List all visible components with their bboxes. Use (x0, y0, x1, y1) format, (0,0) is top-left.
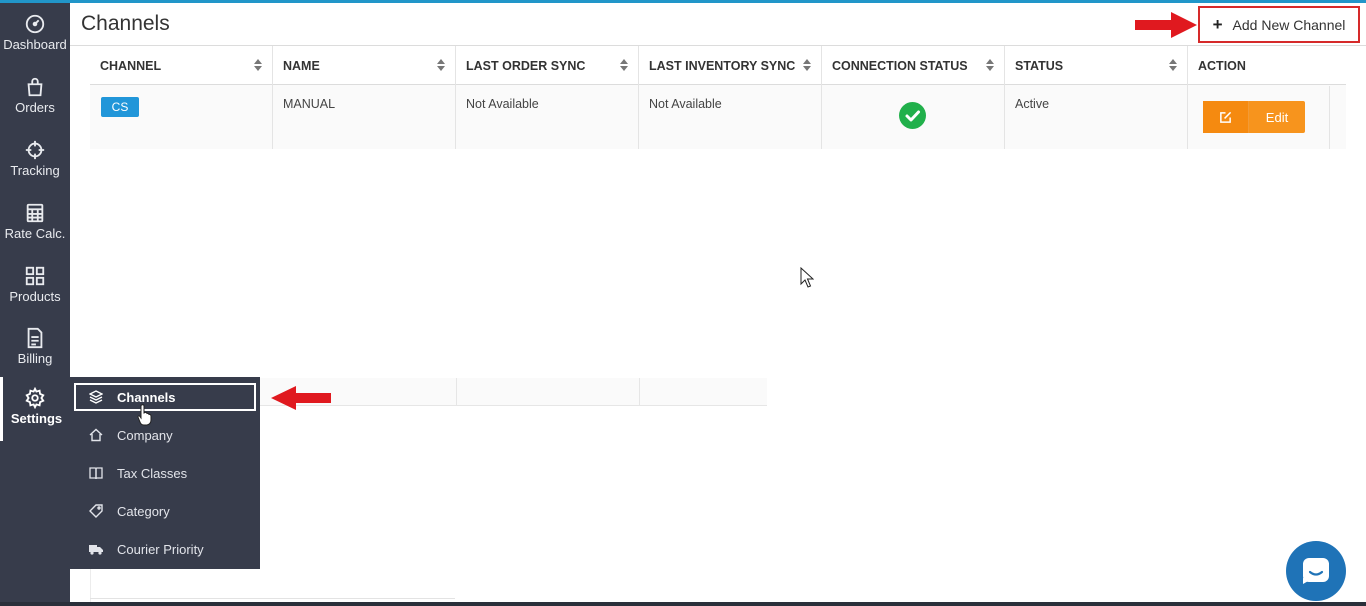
hand-pointer-icon (137, 404, 152, 426)
sidebar-item-products[interactable]: Products (0, 255, 70, 317)
top-accent-line (0, 0, 1366, 3)
sort-icon (254, 59, 262, 71)
document-icon (27, 327, 43, 349)
submenu-item-label: Courier Priority (117, 541, 204, 557)
edit-label: Edit (1265, 109, 1289, 125)
channel-cell: CS (90, 85, 273, 149)
check-circle-icon (899, 102, 926, 129)
red-arrow-right-icon (1135, 12, 1197, 38)
calculator-icon (26, 203, 44, 223)
add-new-channel-label: Add New Channel (1232, 16, 1346, 33)
edit-button[interactable]: Edit (1203, 101, 1305, 133)
channels-table: CHANNEL NAME LAST ORDER SYNC LAST INVENT… (90, 46, 1346, 149)
sidebar-item-label: Products (9, 289, 61, 304)
sort-icon (1169, 59, 1177, 71)
submenu-item-label: Channels (117, 389, 176, 405)
submenu-item-label: Category (117, 503, 170, 519)
sort-icon (620, 59, 628, 71)
sidebar-item-rate-calc[interactable]: Rate Calc. (0, 192, 70, 254)
add-new-channel-button[interactable]: + Add New Channel (1198, 6, 1360, 43)
sidebar-item-label: Orders (15, 100, 55, 115)
tag-icon (89, 504, 103, 518)
last-order-sync-cell: Not Available (456, 85, 639, 149)
connection-status-cell (822, 85, 1005, 149)
name-cell: MANUAL (273, 85, 456, 149)
sidebar-item-label: Billing (17, 351, 53, 366)
status-cell: Active (1005, 85, 1188, 149)
column-header-action: ACTION (1198, 58, 1246, 73)
crosshair-icon (25, 140, 45, 160)
column-header-name[interactable]: NAME (273, 46, 456, 85)
settings-submenu: Channels Company Tax Classes Category Co… (70, 377, 260, 569)
submenu-item-category[interactable]: Category (74, 497, 256, 525)
red-arrow-left-icon (271, 386, 331, 410)
bottom-edge (0, 602, 1366, 606)
page-title: Channels (81, 12, 170, 35)
gear-icon (25, 387, 45, 409)
submenu-item-channels[interactable]: Channels (74, 383, 256, 411)
sidebar-item-label: Settings (10, 411, 63, 426)
row-divider (1329, 86, 1330, 149)
last-inventory-sync-cell: Not Available (639, 85, 822, 149)
chat-icon (1303, 558, 1329, 584)
table-row: CS MANUAL Not Available Not Available Ac… (90, 85, 1346, 149)
bag-icon (27, 77, 43, 97)
chat-launcher-button[interactable] (1286, 541, 1346, 601)
sort-icon (986, 59, 994, 71)
dashboard-icon (25, 14, 45, 34)
action-cell: Edit (1188, 85, 1346, 149)
submenu-item-label: Company (117, 427, 173, 443)
truck-icon (89, 545, 103, 555)
submenu-item-company[interactable]: Company (74, 421, 256, 449)
submenu-item-tax-classes[interactable]: Tax Classes (74, 459, 256, 487)
sort-icon (437, 59, 445, 71)
sidebar-item-settings[interactable]: Settings (0, 377, 70, 441)
sidebar-item-orders[interactable]: Orders (0, 66, 70, 128)
column-header-status[interactable]: STATUS (1005, 46, 1188, 85)
grid-icon (25, 266, 45, 286)
sidebar-item-billing[interactable]: Billing (0, 317, 70, 379)
sidebar-item-label: Rate Calc. (4, 226, 66, 241)
column-header-channel[interactable]: CHANNEL (90, 46, 273, 85)
sort-icon (803, 59, 811, 71)
submenu-item-courier-priority[interactable]: Courier Priority (74, 535, 256, 563)
sidebar-item-tracking[interactable]: Tracking (0, 129, 70, 191)
mouse-pointer-icon (800, 267, 814, 288)
column-header-last-inventory-sync[interactable]: LAST INVENTORY SYNC (639, 46, 822, 85)
channel-badge: CS (101, 97, 139, 117)
edit-icon (1203, 101, 1249, 133)
sidebar: Dashboard Orders Tracking Rate Calc. Pro… (0, 3, 70, 602)
column-header-connection-status[interactable]: CONNECTION STATUS (822, 46, 1005, 85)
home-icon (89, 428, 103, 442)
column-header-last-order-sync[interactable]: LAST ORDER SYNC (456, 46, 639, 85)
sidebar-item-label: Tracking (10, 163, 60, 178)
plus-icon: + (1212, 14, 1223, 34)
sidebar-item-dashboard[interactable]: Dashboard (0, 3, 70, 65)
sidebar-item-label: Dashboard (3, 37, 67, 52)
submenu-item-label: Tax Classes (117, 465, 188, 481)
book-icon (89, 467, 103, 480)
layers-icon (89, 390, 103, 404)
table-header: CHANNEL NAME LAST ORDER SYNC LAST INVENT… (90, 46, 1346, 85)
